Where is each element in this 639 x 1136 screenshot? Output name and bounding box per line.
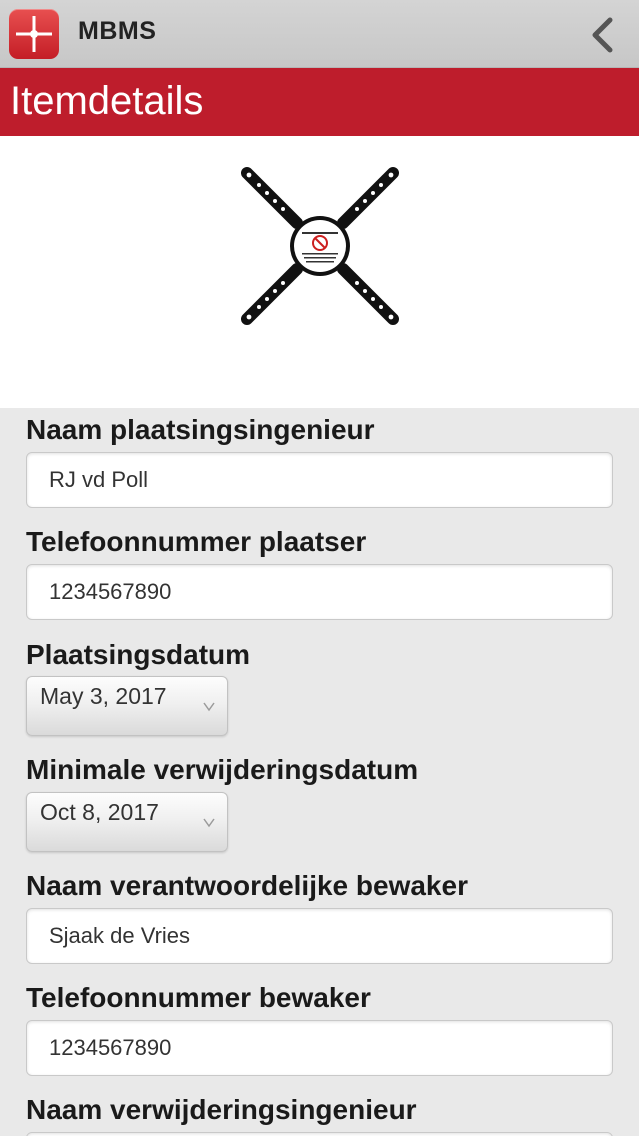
item-image-area [0,136,639,408]
page-title: Itemdetails [10,79,204,123]
back-chevron-icon [592,17,613,53]
app-bar: MBMS [0,0,639,68]
mbms-logo-icon [9,9,59,59]
min-removal-date-select[interactable]: Oct 8, 2017 [26,792,228,852]
back-button[interactable] [578,10,628,60]
cross-mount-sign-icon [241,167,399,325]
item-details-form: Naam plaatsingsingenieur RJ vd Poll Tele… [0,408,639,1136]
placement-date-label: Plaatsingsdatum [26,639,251,670]
removal-engineer-field[interactable] [26,1132,613,1136]
min-removal-date-label: Minimale verwijderingsdatum [26,754,419,785]
guard-name-label: Naam verantwoordelijke bewaker [26,870,468,901]
chevron-down-icon [203,818,215,828]
placement-engineer-label: Naam plaatsingsingenieur [26,414,375,445]
title-bar: Itemdetails [0,68,639,136]
guard-name-field[interactable]: Sjaak de Vries [26,908,613,964]
placement-date-value: May 3, 2017 [40,683,167,709]
removal-engineer-label: Naam verwijderingsingenieur [26,1094,417,1125]
min-removal-date-value: Oct 8, 2017 [40,799,159,825]
app-name: MBMS [78,17,157,45]
placer-phone-label: Telefoonnummer plaatser [26,526,367,557]
placement-engineer-field[interactable]: RJ vd Poll [26,452,613,508]
chevron-down-icon [203,702,215,712]
guard-phone-field[interactable]: 1234567890 [26,1020,613,1076]
placement-date-select[interactable]: May 3, 2017 [26,676,228,736]
app-screen: MBMS Itemdetails Naam plaatsingsingenieu… [0,0,639,1136]
placer-phone-field[interactable]: 1234567890 [26,564,613,620]
guard-phone-label: Telefoonnummer bewaker [26,982,371,1013]
